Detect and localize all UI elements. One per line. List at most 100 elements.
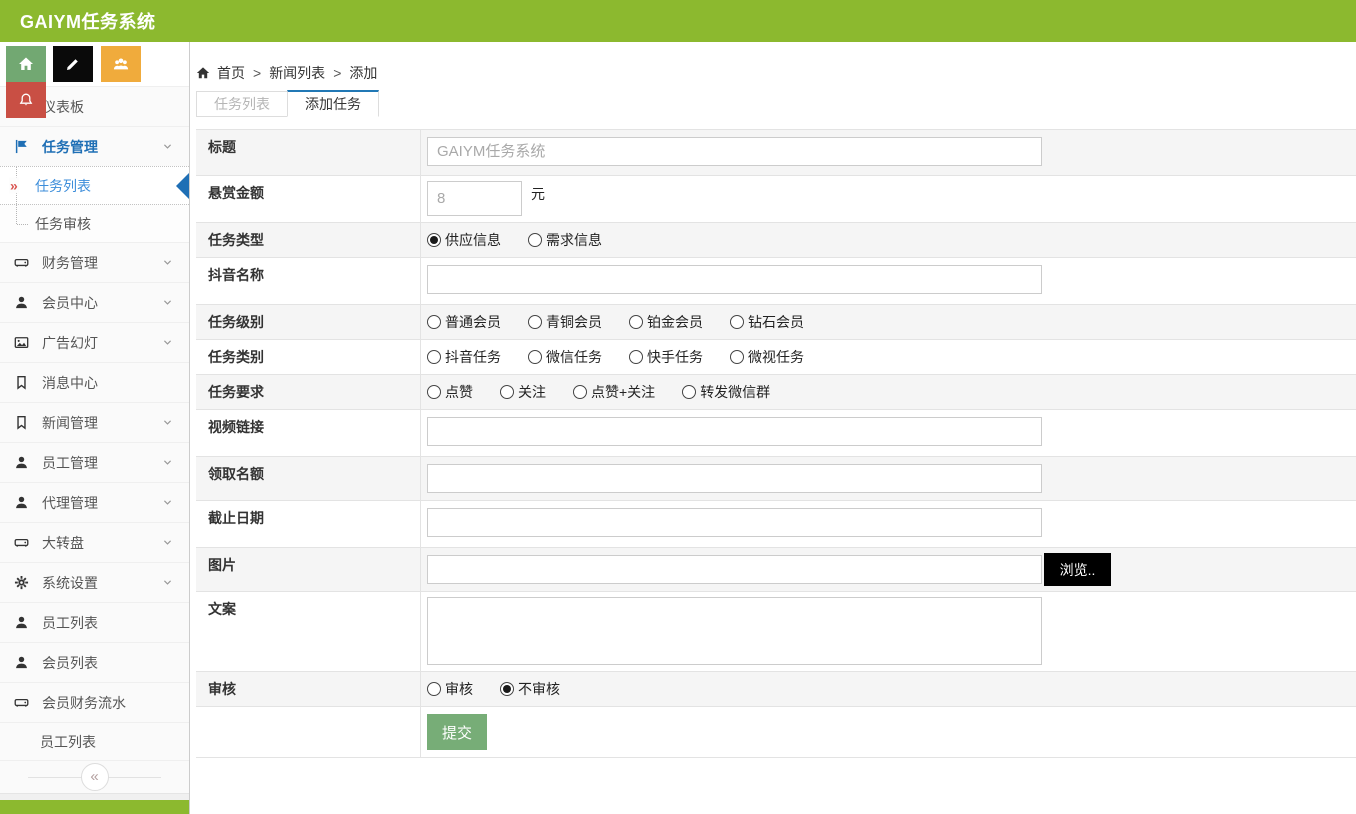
sidebar-item-6[interactable]: 广告幻灯 xyxy=(0,322,189,362)
tab-task-list[interactable]: 任务列表 xyxy=(196,91,288,117)
breadcrumb-item-home[interactable]: 首页 xyxy=(217,63,245,83)
radio-option-2[interactable]: 点赞+关注 xyxy=(573,382,655,402)
radio-option-3[interactable]: 转发微信群 xyxy=(682,382,770,402)
tab-bar: 任务列表 添加任务 xyxy=(196,90,1356,117)
radio-icon[interactable] xyxy=(629,315,643,329)
app-root: GAIYM任务系统 仪表板任务管理»任务列表任务审核财务管理会员中心广告幻灯消息… xyxy=(0,0,1356,814)
radio-icon[interactable] xyxy=(427,233,441,247)
sidebar-item-label: 员工列表 xyxy=(40,732,96,752)
form-row-douyin-name: 抖音名称 xyxy=(196,258,1356,305)
radio-icon[interactable] xyxy=(500,682,514,696)
radio-icon[interactable] xyxy=(730,350,744,364)
form-row-task-level: 任务级别 普通会员青铜会员铂金会员钻石会员 xyxy=(196,305,1356,340)
sidebar-item-label: 新闻管理 xyxy=(42,413,98,433)
breadcrumb-item-news-list[interactable]: 新闻列表 xyxy=(269,63,325,83)
sidebar-item-plain-16[interactable]: 员工列表 xyxy=(0,722,189,760)
radio-icon[interactable] xyxy=(730,315,744,329)
video-link-input[interactable] xyxy=(427,417,1042,446)
radio-icon[interactable] xyxy=(528,233,542,247)
collapse-sidebar-icon[interactable]: « xyxy=(81,763,109,791)
copywriting-textarea[interactable] xyxy=(427,597,1042,665)
radio-icon[interactable] xyxy=(500,385,514,399)
radio-icon[interactable] xyxy=(427,350,441,364)
tab-add-task[interactable]: 添加任务 xyxy=(287,90,379,117)
form-row-task-type: 任务类型 供应信息 需求信息 xyxy=(196,223,1356,258)
sidebar-item-9[interactable]: 员工管理 xyxy=(0,442,189,482)
members-button[interactable] xyxy=(101,46,141,82)
sidebar-item-label: 员工列表 xyxy=(42,613,98,633)
field-label-title: 标题 xyxy=(196,130,421,175)
radio-icon[interactable] xyxy=(682,385,696,399)
radio-option-1[interactable]: 青铜会员 xyxy=(528,312,602,332)
chevron-down-icon xyxy=(162,537,173,548)
task-level-radio-group: 普通会员 青铜会员 铂金会员 钻石会员 xyxy=(421,305,1356,339)
sidebar-item-1[interactable]: 任务管理 xyxy=(0,126,189,166)
radio-option-2[interactable]: 快手任务 xyxy=(629,347,703,367)
submit-button[interactable]: 提交 xyxy=(427,714,487,750)
radio-option-0[interactable]: 抖音任务 xyxy=(427,347,501,367)
sidebar-item-7[interactable]: 消息中心 xyxy=(0,362,189,402)
radio-option-0[interactable]: 点赞 xyxy=(427,382,473,402)
radio-option-label: 微视任务 xyxy=(748,347,804,367)
sidebar-subitem-2[interactable]: »任务列表 xyxy=(0,166,189,204)
field-label-douyin-name: 抖音名称 xyxy=(196,258,421,304)
sidebar-item-11[interactable]: 大转盘 xyxy=(0,522,189,562)
radio-icon[interactable] xyxy=(427,385,441,399)
main-content: 首页 > 新闻列表 > 添加 任务列表 添加任务 标题 悬赏金额 元 xyxy=(190,42,1356,814)
sidebar-item-14[interactable]: 会员列表 xyxy=(0,642,189,682)
sidebar-menu: 仪表板任务管理»任务列表任务审核财务管理会员中心广告幻灯消息中心新闻管理员工管理… xyxy=(0,86,189,760)
bookmark-icon xyxy=(14,375,29,390)
home-button[interactable] xyxy=(6,46,46,82)
radio-option-1[interactable]: 需求信息 xyxy=(528,230,602,250)
radio-option-1[interactable]: 不审核 xyxy=(500,679,560,699)
user-icon xyxy=(14,495,29,510)
radio-option-3[interactable]: 钻石会员 xyxy=(730,312,804,332)
deadline-input[interactable] xyxy=(427,508,1042,537)
pencil-icon xyxy=(65,56,81,72)
douyin-name-input[interactable] xyxy=(427,265,1042,294)
sidebar-item-5[interactable]: 会员中心 xyxy=(0,282,189,322)
sidebar-item-12[interactable]: 系统设置 xyxy=(0,562,189,602)
radio-option-0[interactable]: 审核 xyxy=(427,679,473,699)
radio-option-1[interactable]: 关注 xyxy=(500,382,546,402)
users-icon xyxy=(113,56,129,72)
sidebar-collapse-row[interactable]: « xyxy=(0,760,189,793)
sidebar-item-13[interactable]: 员工列表 xyxy=(0,602,189,642)
radio-option-1[interactable]: 微信任务 xyxy=(528,347,602,367)
form-row-submit: 提交 xyxy=(196,707,1356,758)
radio-icon[interactable] xyxy=(427,682,441,696)
breadcrumb-separator: > xyxy=(253,65,261,81)
sidebar-item-8[interactable]: 新闻管理 xyxy=(0,402,189,442)
sidebar-subitem-3[interactable]: 任务审核 xyxy=(0,204,189,242)
radio-option-0[interactable]: 供应信息 xyxy=(427,230,501,250)
radio-option-3[interactable]: 微视任务 xyxy=(730,347,804,367)
radio-option-2[interactable]: 铂金会员 xyxy=(629,312,703,332)
field-label-task-type: 任务类型 xyxy=(196,223,421,257)
radio-icon[interactable] xyxy=(427,315,441,329)
radio-icon[interactable] xyxy=(573,385,587,399)
reward-input[interactable] xyxy=(427,181,522,216)
notifications-button[interactable] xyxy=(6,82,46,118)
browse-button[interactable]: 浏览.. xyxy=(1044,553,1111,586)
title-input[interactable] xyxy=(427,137,1042,166)
sidebar-item-15[interactable]: 会员财务流水 xyxy=(0,682,189,722)
radio-icon[interactable] xyxy=(528,315,542,329)
sidebar-bottom-strip xyxy=(0,800,189,814)
image-path-input[interactable] xyxy=(427,555,1042,584)
radio-icon[interactable] xyxy=(629,350,643,364)
field-label-copywriting: 文案 xyxy=(196,592,421,671)
radio-option-label: 普通会员 xyxy=(445,312,501,332)
sidebar-item-label: 大转盘 xyxy=(42,533,84,553)
sidebar-item-label: 仪表板 xyxy=(42,97,84,117)
breadcrumb-item-add: 添加 xyxy=(349,63,377,83)
bookmark-icon xyxy=(14,415,29,430)
sidebar-item-label: 会员财务流水 xyxy=(42,693,126,713)
chevron-down-icon xyxy=(162,297,173,308)
quota-input[interactable] xyxy=(427,464,1042,493)
radio-option-0[interactable]: 普通会员 xyxy=(427,312,501,332)
radio-icon[interactable] xyxy=(528,350,542,364)
form-row-quota: 领取名额 xyxy=(196,457,1356,501)
edit-button[interactable] xyxy=(53,46,93,82)
sidebar-item-4[interactable]: 财务管理 xyxy=(0,242,189,282)
sidebar-item-10[interactable]: 代理管理 xyxy=(0,482,189,522)
